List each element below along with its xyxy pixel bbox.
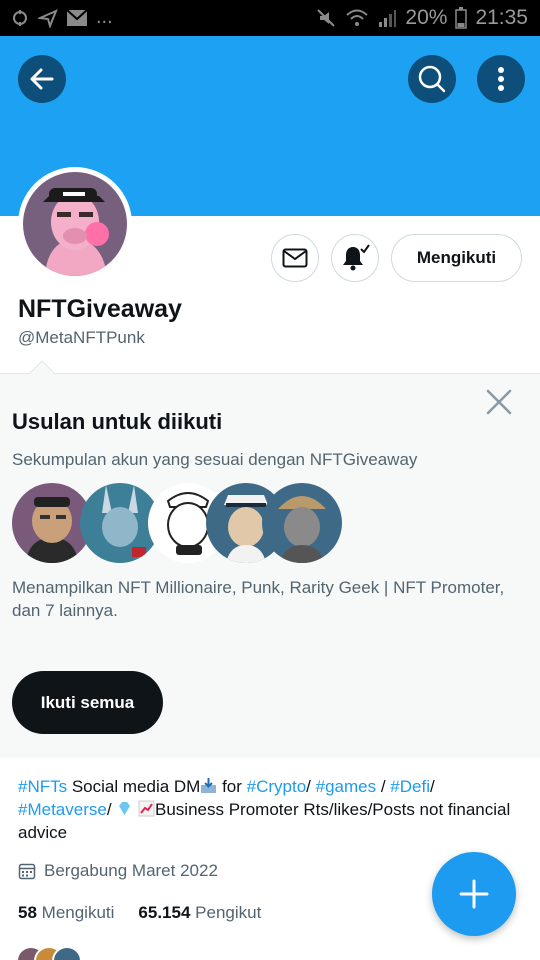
profile-bio: #NFTs Social media DM for #Crypto/ #game…: [18, 775, 518, 844]
suggestions-title: Usulan untuk diikuti: [12, 409, 223, 434]
mutual-followers-avatars[interactable]: [16, 946, 96, 960]
join-date-text: Bergabung Maret 2022: [44, 861, 218, 880]
message-button[interactable]: [271, 234, 319, 282]
send-icon: [38, 8, 58, 28]
bio-text: Social media DM: [67, 777, 201, 796]
hashtag-crypto[interactable]: #Crypto: [247, 777, 307, 796]
inbox-tray-icon: [201, 778, 217, 793]
suggestions-description: Menampilkan NFT Millionaire, Punk, Rarit…: [12, 578, 505, 620]
bio-text: for: [217, 777, 247, 796]
bio-separator: /: [306, 777, 316, 796]
username-handle: @MetaNFTPunk: [18, 328, 145, 347]
sync-icon: [13, 9, 27, 26]
more-options-button[interactable]: [477, 55, 525, 103]
hashtag-metaverse[interactable]: #Metaverse: [18, 800, 107, 819]
close-icon: [486, 389, 512, 415]
signal-icon: [379, 10, 397, 27]
follow-all-button[interactable]: Ikuti semua: [12, 671, 163, 734]
mail-icon: [282, 248, 308, 268]
following-label: Mengikuti: [41, 903, 115, 922]
search-icon: [418, 65, 446, 93]
hashtag-defi[interactable]: #Defi: [390, 777, 430, 796]
following-button[interactable]: Mengikuti: [391, 234, 522, 282]
avatar-image: [23, 172, 127, 276]
bio-separator: /: [376, 777, 391, 796]
following-count: 58: [18, 903, 37, 922]
back-button[interactable]: [18, 55, 66, 103]
bio-separator: /: [429, 777, 435, 796]
calendar-icon: [18, 863, 36, 880]
battery-level: 20%: [405, 6, 448, 29]
hashtag-nfts[interactable]: #NFTs: [18, 777, 67, 796]
compose-tweet-button[interactable]: [432, 852, 516, 936]
join-date: Bergabung Maret 2022: [18, 861, 218, 881]
mail-notification-icon: [66, 8, 88, 26]
follow-stats: 58 Mengikuti 65.154 Pengikut: [18, 903, 261, 923]
chart-increasing-icon: [138, 800, 155, 817]
hashtag-games[interactable]: #games: [316, 777, 376, 796]
clock: 21:35: [475, 6, 528, 29]
search-button[interactable]: [408, 55, 456, 103]
suggestions-subtitle: Sekumpulan akun yang sesuai dengan NFTGi…: [12, 450, 418, 469]
arrow-left-icon: [30, 68, 54, 90]
bell-check-icon: [343, 244, 370, 271]
profile-avatar[interactable]: [18, 167, 132, 281]
following-count-link[interactable]: 58 Mengikuti: [18, 903, 114, 923]
followers-label: Pengikut: [195, 903, 262, 922]
mute-icon: [317, 9, 336, 27]
followers-count: 65.154: [138, 903, 191, 922]
notification-more: ...: [96, 6, 113, 28]
bio-separator: /: [106, 800, 117, 819]
status-bar: ... 20% 21:35: [0, 0, 540, 36]
gem-icon: [119, 802, 131, 815]
close-suggestions-button[interactable]: [485, 388, 513, 416]
suggested-accounts-avatars[interactable]: [12, 483, 342, 563]
suggested-avatar[interactable]: [262, 483, 342, 563]
notifications-button[interactable]: [331, 234, 379, 282]
wifi-icon: [346, 9, 369, 26]
followers-count-link[interactable]: 65.154 Pengikut: [138, 903, 261, 923]
battery-icon: [455, 7, 468, 29]
display-name: NFTGiveaway: [18, 295, 182, 323]
more-vertical-icon: [498, 67, 504, 91]
plus-icon: [459, 879, 489, 909]
